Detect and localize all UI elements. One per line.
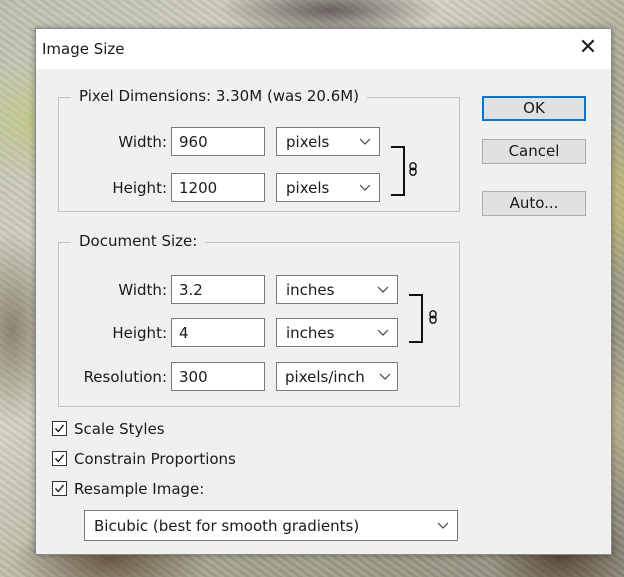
pixel-height-unit-select[interactable]: pixels: [276, 173, 380, 202]
pixel-width-unit-select[interactable]: pixels: [276, 127, 380, 156]
scale-styles-checkbox[interactable]: [52, 421, 67, 436]
resolution-unit-select[interactable]: pixels/inch: [276, 362, 398, 391]
checkmark-icon: [55, 484, 65, 493]
document-size-legend: Document Size:: [71, 232, 206, 250]
chevron-down-icon: [437, 522, 449, 529]
dialog-title: Image Size: [42, 40, 125, 58]
doc-height-unit-select[interactable]: inches: [276, 318, 398, 347]
doc-height-input[interactable]: 4: [171, 318, 265, 347]
pixel-width-label: Width:: [118, 133, 167, 151]
chevron-down-icon: [379, 373, 391, 380]
checkmark-icon: [55, 454, 65, 463]
resolution-label: Resolution:: [83, 368, 167, 386]
scale-styles-label: Scale Styles: [74, 420, 165, 438]
pixel-height-label: Height:: [112, 179, 167, 197]
pixel-dimensions-legend: Pixel Dimensions: 3.30M (was 20.6M): [71, 87, 368, 105]
pixel-dimensions-group: Pixel Dimensions: 3.30M (was 20.6M) Widt…: [58, 87, 460, 212]
doc-width-unit-value: inches: [286, 281, 335, 299]
resample-image-label: Resample Image:: [74, 480, 205, 498]
doc-width-unit-select[interactable]: inches: [276, 275, 398, 304]
ok-button[interactable]: OK: [482, 96, 586, 121]
document-size-group: Document Size: Width: 3.2 inches Height:…: [58, 232, 460, 407]
chevron-down-icon: [377, 286, 389, 293]
pixel-height-input[interactable]: 1200: [171, 173, 265, 202]
title-bar: Image Size ✕: [36, 29, 611, 69]
resample-method-select[interactable]: Bicubic (best for smooth gradients): [84, 510, 458, 541]
checkmark-icon: [55, 424, 65, 433]
auto-button[interactable]: Auto...: [482, 191, 586, 216]
doc-width-input[interactable]: 3.2: [171, 275, 265, 304]
chevron-down-icon: [377, 329, 389, 336]
doc-link-bracket: [409, 294, 423, 343]
doc-height-unit-value: inches: [286, 324, 335, 342]
resolution-input[interactable]: 300: [171, 362, 265, 391]
cancel-button[interactable]: Cancel: [482, 139, 586, 164]
chevron-down-icon: [359, 184, 371, 191]
pixel-width-unit-value: pixels: [286, 133, 330, 151]
resample-method-value: Bicubic (best for smooth gradients): [94, 517, 360, 535]
close-icon: ✕: [578, 35, 598, 60]
pixel-link-bracket: [391, 146, 405, 196]
constrain-proportions-label: Constrain Proportions: [74, 450, 236, 468]
resolution-unit-value: pixels/inch: [285, 368, 365, 386]
doc-width-label: Width:: [118, 281, 167, 299]
chevron-down-icon: [359, 138, 371, 145]
chain-link-icon: [409, 162, 417, 176]
image-size-dialog: Image Size ✕ Pixel Dimensions: 3.30M (wa…: [35, 28, 612, 555]
pixel-width-input[interactable]: 960: [171, 127, 265, 156]
close-button[interactable]: ✕: [575, 35, 601, 61]
constrain-proportions-checkbox[interactable]: [52, 451, 67, 466]
resample-image-checkbox[interactable]: [52, 481, 67, 496]
chain-link-icon: [429, 310, 437, 324]
pixel-height-unit-value: pixels: [286, 179, 330, 197]
doc-height-label: Height:: [112, 324, 167, 342]
